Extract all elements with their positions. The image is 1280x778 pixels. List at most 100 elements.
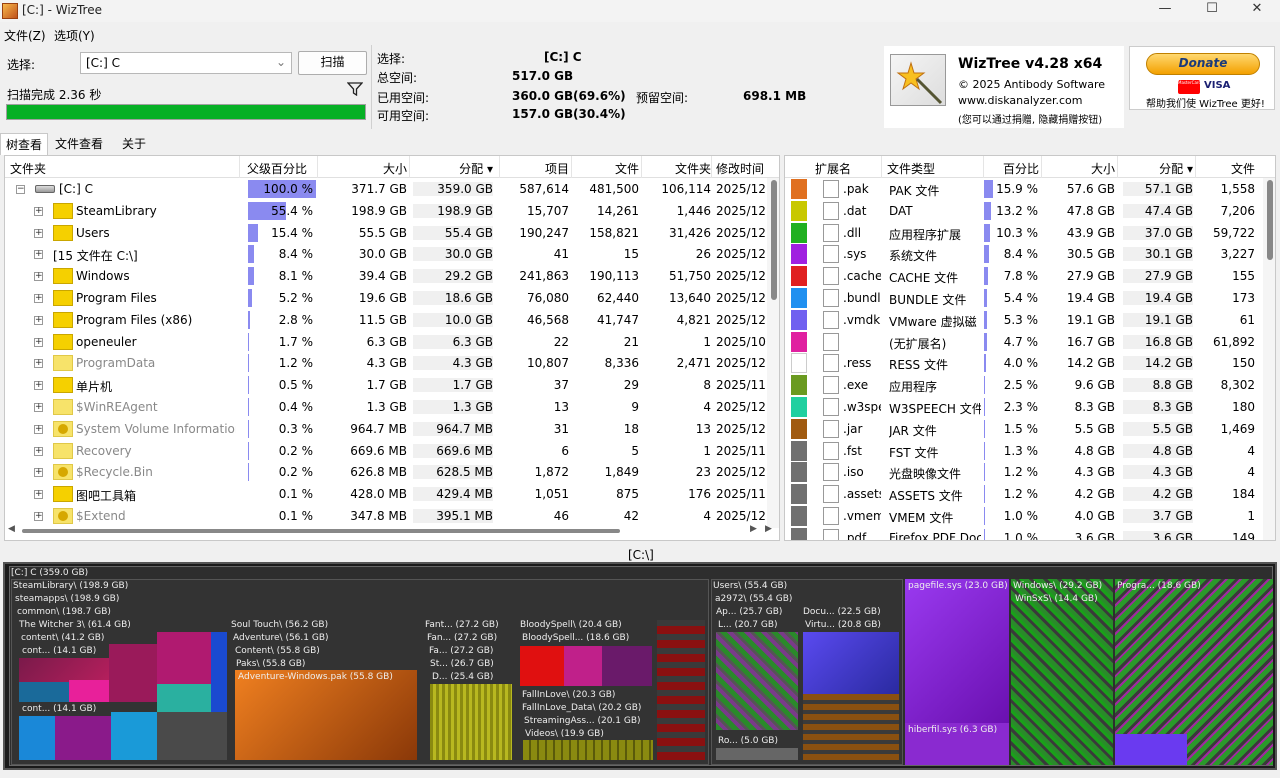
expand-icon[interactable]: + [34, 315, 43, 325]
tree-column-header[interactable]: 修改时间 [716, 160, 764, 177]
file-type-table[interactable]: 扩展名 文件类型 百分比 大小 分配 ▾ 文件 .pak PAK 文件 15.9 % 57.6 … [784, 155, 1276, 541]
treemap-windows[interactable] [1011, 579, 1113, 765]
filetype-row[interactable]: .fst FST 文件 1.3 % 4.8 GB 4.8 GB 4 [785, 440, 1275, 462]
scan-button[interactable]: 扫描 [298, 51, 367, 75]
filetype-row[interactable]: (无扩展名) 4.7 % 16.7 GB 16.8 GB 61,892 [785, 331, 1275, 353]
filetype-row[interactable]: .bundl BUNDLE 文件 5.4 % 19.4 GB 19.4 GB 173 [785, 287, 1275, 309]
expand-icon[interactable]: + [34, 490, 43, 500]
scrollbar-thumb[interactable] [1267, 180, 1273, 260]
scroll-right-icon[interactable]: ▶ [765, 524, 772, 534]
filetype-column-header[interactable]: 大小 [1045, 160, 1115, 177]
close-button[interactable]: ✕ [1234, 0, 1280, 22]
column-divider[interactable] [711, 156, 712, 178]
filetype-row[interactable]: .exe 应用程序 2.5 % 9.6 GB 8.8 GB 8,302 [785, 374, 1275, 396]
tree-column-header[interactable]: 大小 [321, 160, 407, 177]
menu-file[interactable]: 文件(Z) [4, 27, 46, 44]
treemap-block[interactable] [657, 620, 705, 760]
treemap-block[interactable] [157, 684, 211, 712]
treemap-block[interactable] [520, 646, 564, 686]
filetype-column-header[interactable]: 扩展名 [815, 160, 851, 177]
tree-row[interactable]: + openeuler 1.7 % 6.3 GB 6.3 GB 22 21 1 2025/10 [5, 331, 779, 353]
folder-tree-table[interactable]: 文件夹 父级百分比 大小 分配 ▾ 项目 文件 文件夹 修改时间 − [C:] C 100.0 %… [4, 155, 780, 541]
treemap-block[interactable] [69, 680, 109, 702]
treemap-block[interactable] [430, 684, 512, 760]
treemap-block[interactable] [19, 716, 55, 760]
column-divider[interactable] [499, 156, 500, 178]
minimize-button[interactable]: — [1142, 0, 1188, 22]
tab-tree-view[interactable]: 树查看 [0, 133, 49, 155]
expand-icon[interactable]: + [34, 381, 43, 391]
treemap-block[interactable] [602, 646, 652, 686]
tree-row[interactable]: + $WinREAgent 0.4 % 1.3 GB 1.3 GB 13 9 4 2025/12 [5, 396, 779, 418]
tree-row[interactable]: − [C:] C 100.0 % 371.7 GB 359.0 GB 587,614 481… [5, 178, 779, 200]
filetype-row[interactable]: .assets ASSETS 文件 1.2 % 4.2 GB 4.2 GB 184 [785, 483, 1275, 505]
column-divider[interactable] [409, 156, 410, 178]
filetype-column-header[interactable]: 百分比 [983, 160, 1039, 177]
expand-icon[interactable]: + [34, 359, 43, 369]
tree-row[interactable]: + $Recycle.Bin 0.2 % 626.8 MB 628.5 MB 1,872 1… [5, 461, 779, 483]
tree-row[interactable]: + Program Files (x86) 2.8 % 11.5 GB 10.0 GB 4… [5, 309, 779, 331]
tree-row[interactable]: + Windows 8.1 % 39.4 GB 29.2 GB 241,863 190,11… [5, 265, 779, 287]
treemap-block[interactable] [803, 694, 899, 760]
tree-row[interactable]: + ProgramData 1.2 % 4.3 GB 4.3 GB 10,807 8,336… [5, 352, 779, 374]
scroll-right-icon[interactable]: ▶ [750, 524, 757, 534]
tab-file-view[interactable]: 文件查看 [50, 133, 108, 155]
filetype-row[interactable]: .iso 光盘映像文件 1.2 % 4.3 GB 4.3 GB 4 [785, 461, 1275, 483]
tree-vertical-scrollbar[interactable] [767, 178, 779, 528]
scroll-left-icon[interactable]: ◀ [8, 524, 15, 534]
expand-icon[interactable]: + [34, 206, 43, 216]
filetype-row[interactable]: .vmdk VMware 虚拟磁 5.3 % 19.1 GB 19.1 GB 61 [785, 309, 1275, 331]
scrollbar-thumb[interactable] [22, 529, 620, 533]
treemap[interactable]: [C:] C (359.0 GB) SteamLibrary\ (198.9 G… [3, 562, 1277, 770]
expand-icon[interactable]: + [34, 446, 43, 456]
menu-options[interactable]: 选项(Y) [54, 27, 95, 44]
filetype-row[interactable]: .vmem VMEM 文件 1.0 % 4.0 GB 3.7 GB 1 [785, 505, 1275, 527]
filetype-row[interactable]: .pdf Firefox PDF Doc 1.0 % 3.6 GB 3.6 GB 149 [785, 527, 1275, 540]
filetype-row[interactable]: .ress RESS 文件 4.0 % 14.2 GB 14.2 GB 150 [785, 352, 1275, 374]
filetype-row[interactable]: .jar JAR 文件 1.5 % 5.5 GB 5.5 GB 1,469 [785, 418, 1275, 440]
expand-icon[interactable]: + [34, 337, 43, 347]
tree-column-header[interactable]: 文件夹 [10, 160, 46, 177]
donate-button[interactable]: Donate [1146, 53, 1260, 75]
filetype-row[interactable]: .dll 应用程序扩展 10.3 % 43.9 GB 37.0 GB 59,722 [785, 222, 1275, 244]
treemap-block[interactable] [1115, 734, 1187, 765]
filetype-row[interactable]: .sys 系统文件 8.4 % 30.5 GB 30.1 GB 3,227 [785, 243, 1275, 265]
filetype-column-header[interactable]: 文件类型 [887, 160, 935, 177]
tree-column-header[interactable]: 文件 [575, 160, 639, 177]
expand-icon[interactable]: + [34, 272, 43, 282]
tree-row[interactable]: + Users 15.4 % 55.5 GB 55.4 GB 190,247 158,821… [5, 222, 779, 244]
column-divider[interactable] [641, 156, 642, 178]
column-divider[interactable] [881, 156, 882, 178]
filetype-column-header[interactable]: 分配 ▾ [1123, 160, 1193, 177]
treemap-block[interactable] [211, 632, 227, 712]
treemap-block[interactable] [716, 632, 798, 730]
filetype-row[interactable]: .cache CACHE 文件 7.8 % 27.9 GB 27.9 GB 155 [785, 265, 1275, 287]
scrollbar-thumb[interactable] [771, 180, 777, 300]
tree-row[interactable]: + SteamLibrary 55.4 % 198.9 GB 198.9 GB 15,70… [5, 200, 779, 222]
filter-icon[interactable] [346, 82, 364, 100]
filetype-column-header[interactable]: 文件 [1197, 160, 1255, 177]
expand-icon[interactable]: + [34, 228, 43, 238]
website-link[interactable]: www.diskanalyzer.com [958, 94, 1083, 107]
treemap-block[interactable] [157, 632, 211, 684]
treemap-block[interactable] [55, 716, 111, 760]
column-divider[interactable] [571, 156, 572, 178]
treemap-pagefile[interactable] [905, 579, 1009, 723]
tree-row[interactable]: + Program Files 5.2 % 19.6 GB 18.6 GB 76,080 6… [5, 287, 779, 309]
treemap-block[interactable] [19, 682, 69, 702]
drive-select[interactable]: [C:] C ⌄ [80, 52, 292, 74]
tree-horizontal-scrollbar[interactable]: ◀ ▶ ▶ [4, 523, 780, 539]
column-divider[interactable] [1195, 156, 1196, 178]
tree-column-header[interactable]: 父级百分比 [247, 160, 307, 177]
tree-row[interactable]: + 单片机 0.5 % 1.7 GB 1.7 GB 37 29 8 2025/11 [5, 374, 779, 396]
tab-about[interactable]: 关于 [117, 133, 151, 155]
tree-column-header[interactable]: 分配 ▾ [413, 160, 493, 177]
tree-column-header[interactable]: 项目 [501, 160, 569, 177]
expand-icon[interactable]: + [34, 468, 43, 478]
column-divider[interactable] [317, 156, 318, 178]
treemap-block[interactable] [803, 632, 899, 694]
collapse-icon[interactable]: − [16, 185, 25, 194]
treemap-block[interactable] [109, 644, 157, 702]
filetype-row[interactable]: .w3spe W3SPEECH 文件 2.3 % 8.3 GB 8.3 GB 180 [785, 396, 1275, 418]
filetype-row[interactable]: .dat DAT 13.2 % 47.8 GB 47.4 GB 7,206 [785, 200, 1275, 222]
